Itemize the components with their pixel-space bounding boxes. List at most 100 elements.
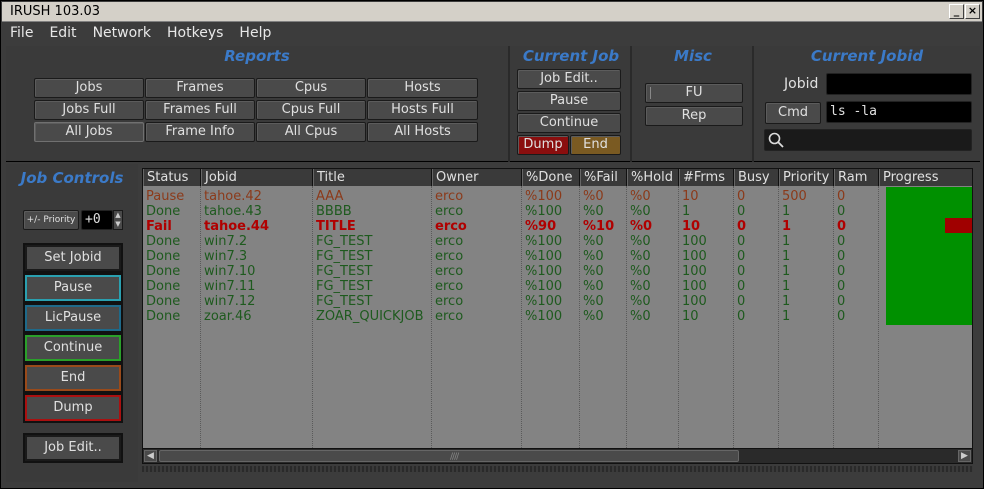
- menu-help[interactable]: Help: [231, 23, 279, 44]
- cell-frms: 10: [682, 309, 699, 324]
- horizontal-scrollbar[interactable]: ◀ //// ▶: [143, 448, 972, 463]
- cell-fail: %10: [583, 219, 615, 234]
- frame-info-button[interactable]: Frame Info: [145, 122, 255, 142]
- cell-jobid: tahoe.42: [204, 189, 262, 204]
- table-row[interactable]: Done win7.10 FG_TEST erco %100 %0 %0 100 0 1 0: [143, 264, 879, 279]
- column-header-done[interactable]: %Done: [522, 169, 580, 186]
- column-header-priority[interactable]: Priority: [779, 169, 834, 186]
- column-header-status[interactable]: Status: [143, 169, 201, 186]
- stepper-up-icon[interactable]: ▲: [114, 211, 122, 220]
- table-row[interactable]: Fail tahoe.44 TITLE erco %90 %10 %0 10 0 1 0: [143, 219, 879, 234]
- all-cpus-button[interactable]: All Cpus: [256, 122, 366, 142]
- continue-control-button[interactable]: Continue: [23, 333, 123, 363]
- cell-hold: %0: [630, 189, 651, 204]
- hosts-full-button[interactable]: Hosts Full: [367, 100, 478, 120]
- menu-file[interactable]: File: [2, 23, 41, 44]
- menu-hotkeys[interactable]: Hotkeys: [159, 23, 231, 44]
- cmd-field[interactable]: ls -la: [826, 101, 972, 123]
- menu-edit[interactable]: Edit: [41, 23, 84, 44]
- jobs-full-button[interactable]: Jobs Full: [34, 100, 144, 120]
- end-button[interactable]: End: [570, 135, 621, 155]
- job-table[interactable]: Status Jobid Title Owner %Done %Fail %Hold #Frm…: [142, 168, 973, 464]
- dump-control-button[interactable]: Dump: [23, 393, 123, 423]
- hosts-button[interactable]: Hosts: [367, 78, 478, 98]
- cell-ram: 0: [837, 219, 847, 234]
- cpus-button[interactable]: Cpus: [256, 78, 366, 98]
- continue-button[interactable]: Continue: [517, 113, 621, 133]
- misc-section: Misc FU Rep: [634, 46, 754, 162]
- column-header-owner[interactable]: Owner: [432, 169, 522, 186]
- frames-full-button[interactable]: Frames Full: [145, 100, 255, 120]
- table-row[interactable]: Done win7.2 FG_TEST erco %100 %0 %0 100 0 1 0: [143, 234, 879, 249]
- cell-priority: 1: [782, 264, 791, 279]
- pause-button[interactable]: Pause: [517, 91, 621, 111]
- licpause-button[interactable]: LicPause: [23, 303, 123, 333]
- priority-adjust-button[interactable]: +/- Priority: [23, 210, 79, 230]
- menu-bar: File Edit Network Hotkeys Help: [2, 23, 982, 44]
- cell-fail: %0: [583, 249, 604, 264]
- table-row[interactable]: Done tahoe.43 BBBB erco %100 %0 %0 1 0 1 0: [143, 204, 879, 219]
- table-row[interactable]: Done win7.11 FG_TEST erco %100 %0 %0 100 0 1 0: [143, 279, 879, 294]
- priority-stepper[interactable]: ▲ ▼: [113, 210, 123, 230]
- cell-priority: 1: [782, 294, 791, 309]
- fu-button[interactable]: FU: [645, 83, 743, 103]
- column-header-frms[interactable]: #Frms: [679, 169, 734, 186]
- cell-title: AAA: [316, 189, 344, 204]
- cpus-full-button[interactable]: Cpus Full: [256, 100, 366, 120]
- column-header-jobid[interactable]: Jobid: [201, 169, 313, 186]
- cmd-button[interactable]: Cmd: [765, 102, 821, 124]
- job-edit-control-button[interactable]: Job Edit..: [23, 433, 123, 463]
- minimize-button[interactable]: _: [949, 4, 964, 19]
- scroll-left-icon[interactable]: ◀: [144, 450, 157, 462]
- cell-title: BBBB: [316, 204, 352, 219]
- cell-owner: erco: [435, 279, 464, 294]
- scroll-right-icon[interactable]: ▶: [958, 450, 971, 462]
- all-jobs-button[interactable]: All Jobs: [34, 122, 144, 142]
- close-button[interactable]: ×: [965, 4, 980, 19]
- stepper-down-icon[interactable]: ▼: [114, 220, 122, 229]
- column-header-progress[interactable]: Progress: [879, 169, 972, 186]
- cell-jobid: win7.12: [204, 294, 256, 309]
- jobs-button[interactable]: Jobs: [34, 78, 144, 98]
- cell-hold: %0: [630, 204, 651, 219]
- search-field[interactable]: [764, 129, 972, 151]
- column-header-ram[interactable]: Ram: [834, 169, 879, 186]
- cell-title: FG_TEST: [316, 264, 373, 279]
- column-header-title[interactable]: Title: [313, 169, 432, 186]
- scroll-thumb[interactable]: ////: [159, 450, 739, 462]
- priority-value-field[interactable]: +0: [81, 210, 113, 230]
- table-row[interactable]: Pause tahoe.42 AAA erco %100 %0 %0 10 0 500 0: [143, 189, 879, 204]
- all-hosts-button[interactable]: All Hosts: [367, 122, 478, 142]
- set-jobid-button[interactable]: Set Jobid: [23, 243, 123, 273]
- table-row[interactable]: Done win7.3 FG_TEST erco %100 %0 %0 100 0 1 0: [143, 249, 879, 264]
- reports-title: Reports: [224, 47, 290, 65]
- dump-button[interactable]: Dump: [517, 135, 569, 155]
- current-job-title: Current Job: [522, 47, 620, 65]
- pause-control-button[interactable]: Pause: [23, 273, 123, 303]
- menu-network[interactable]: Network: [85, 23, 159, 44]
- cell-hold: %0: [630, 249, 651, 264]
- end-control-button[interactable]: End: [23, 363, 123, 393]
- cell-busy: 0: [737, 279, 746, 294]
- jobid-field[interactable]: [826, 73, 972, 95]
- column-header-busy[interactable]: Busy: [734, 169, 779, 186]
- cell-hold: %0: [630, 219, 653, 234]
- frames-button[interactable]: Frames: [145, 78, 255, 98]
- job-controls-panel: Job Controls +/- Priority +0 ▲ ▼ Set Job…: [6, 164, 138, 482]
- cell-jobid: win7.11: [204, 279, 256, 294]
- cell-title: FG_TEST: [316, 249, 373, 264]
- top-panel: Reports Jobs Frames Cpus Hosts Jobs Full…: [6, 46, 980, 162]
- title-bar[interactable]: IRUSH 103.03 _ ×: [2, 2, 982, 22]
- table-row[interactable]: Done win7.12 FG_TEST erco %100 %0 %0 100 0 1 0: [143, 294, 879, 309]
- cell-done: %100: [525, 189, 563, 204]
- cell-jobid: tahoe.44: [204, 219, 270, 234]
- cell-title: FG_TEST: [316, 279, 373, 294]
- rep-button[interactable]: Rep: [645, 106, 743, 126]
- column-header-fail[interactable]: %Fail: [580, 169, 627, 186]
- cell-busy: 0: [737, 249, 746, 264]
- column-header-hold[interactable]: %Hold: [627, 169, 679, 186]
- job-edit-button[interactable]: Job Edit..: [517, 69, 621, 89]
- cell-jobid: zoar.46: [204, 309, 252, 324]
- table-row[interactable]: Done zoar.46 ZOAR_QUICKJOB erco %100 %0 %0 10 0 1…: [143, 309, 879, 324]
- cell-fail: %0: [583, 264, 604, 279]
